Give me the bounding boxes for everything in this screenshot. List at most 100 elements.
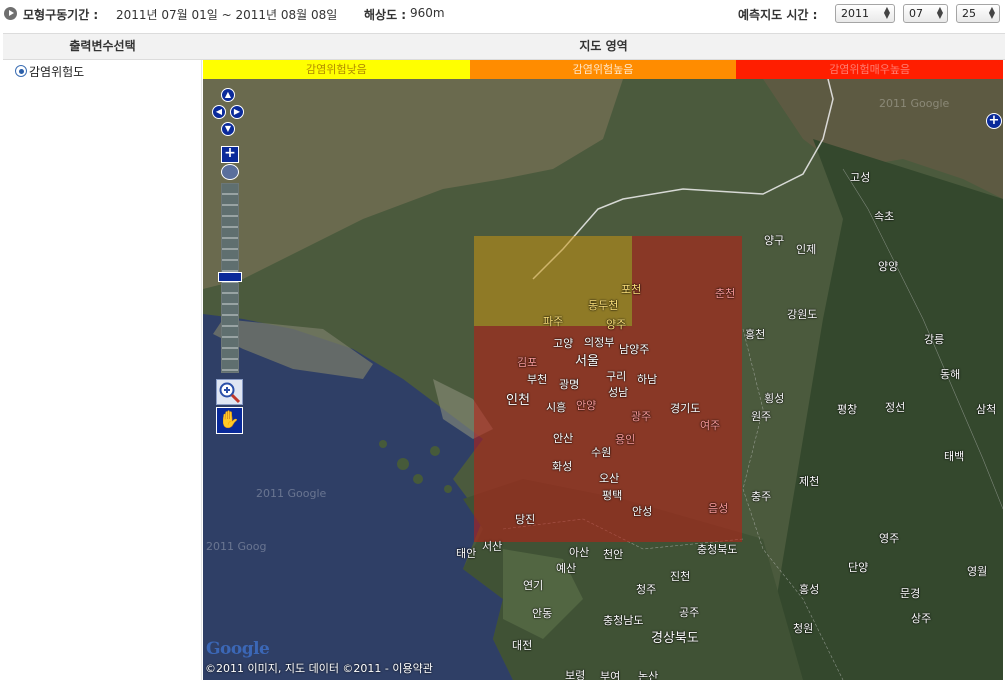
map-label: 하남 bbox=[637, 373, 658, 386]
select-arrows-icon: ▲ ▼ bbox=[936, 5, 943, 20]
year-select-value: 2011 bbox=[841, 7, 869, 20]
map-label: 횡성 bbox=[764, 392, 785, 405]
output-variable-header: 출력변수선택 bbox=[3, 33, 202, 60]
map-label: 안양 bbox=[576, 399, 597, 412]
map-label: 용인 bbox=[615, 433, 636, 446]
map-label: 공주 bbox=[679, 606, 700, 619]
map-label: 고양 bbox=[553, 337, 574, 350]
map-label: 서산 bbox=[482, 540, 503, 553]
map-label: 양양 bbox=[878, 260, 899, 273]
google-logo: Google bbox=[206, 639, 270, 659]
select-arrows-icon: ▲ ▼ bbox=[883, 5, 890, 20]
map-label: 제천 bbox=[799, 475, 820, 488]
pan-left-icon[interactable]: ◀ bbox=[212, 105, 226, 119]
map-label: 동두천 bbox=[588, 299, 619, 312]
month-select-value: 07 bbox=[909, 7, 923, 20]
map-label: 영월 bbox=[967, 565, 988, 578]
pan-control: ▲ ◀ ▶ ▼ bbox=[212, 88, 244, 138]
map-label: 태백 bbox=[944, 450, 965, 463]
map-label: 의정부 bbox=[584, 336, 615, 349]
globe-icon[interactable] bbox=[221, 164, 239, 180]
map-label: 대전 bbox=[512, 639, 533, 652]
top-bar: 모형구동기간 : 2011년 07월 01일 ~ 2011년 08월 08일 해… bbox=[0, 0, 1005, 30]
map-label: 시흥 bbox=[546, 401, 567, 414]
select-arrows-icon: ▲ ▼ bbox=[988, 5, 995, 20]
map-label: 춘천 bbox=[715, 287, 736, 300]
map-label: 충청남도 bbox=[603, 614, 644, 627]
map-label: 포천 bbox=[621, 283, 642, 296]
map-label: 화성 bbox=[552, 460, 573, 473]
map-label: 양구 bbox=[764, 234, 785, 247]
output-variable-panel: 감염위험도 bbox=[3, 60, 202, 680]
map-label: 청주 bbox=[636, 583, 657, 596]
map-label: 안동 bbox=[532, 607, 553, 620]
pan-up-icon[interactable]: ▲ bbox=[221, 88, 235, 102]
day-select-value: 25 bbox=[962, 7, 976, 20]
resolution-label: 해상도 : bbox=[364, 8, 407, 22]
hand-pan-icon[interactable]: ✋ bbox=[216, 407, 243, 434]
map-label: 홍성 bbox=[799, 583, 820, 596]
map-label: 경기도 bbox=[670, 402, 701, 415]
zoom-in-button[interactable]: + bbox=[221, 146, 239, 163]
map-label: 예산 bbox=[556, 562, 577, 575]
map-label: 삼척 bbox=[976, 403, 997, 416]
map-label: 아산 bbox=[569, 546, 590, 559]
model-period-label: 모형구동기간 : bbox=[23, 8, 99, 22]
forecast-time-label: 예측지도 시간 : bbox=[738, 8, 818, 22]
resolution-value: 960m bbox=[410, 6, 445, 20]
map-label: 속초 bbox=[874, 210, 895, 223]
google-watermark: 2011 Google bbox=[256, 487, 327, 500]
google-watermark: 2011 Goog bbox=[206, 540, 267, 553]
map-label: 충주 bbox=[751, 490, 772, 503]
map-label: 강릉 bbox=[924, 333, 945, 346]
map-label: 태안 bbox=[456, 547, 477, 560]
map-label: 평택 bbox=[602, 489, 623, 502]
map-label: 논산 bbox=[638, 670, 659, 680]
radio-selected-icon[interactable] bbox=[15, 65, 27, 77]
map-label: 당진 bbox=[515, 513, 536, 526]
zoom-slider-thumb[interactable] bbox=[218, 272, 242, 282]
map-label: 단양 bbox=[848, 561, 869, 574]
map-label: 남양주 bbox=[619, 343, 650, 356]
infection-risk-option[interactable]: 감염위험도 bbox=[15, 63, 84, 79]
google-watermark: 2011 Google bbox=[879, 97, 950, 110]
magnifier-icon bbox=[219, 382, 241, 404]
map-label: 보령 bbox=[565, 669, 586, 680]
map-label: 파주 bbox=[543, 315, 564, 328]
map-label: 광명 bbox=[559, 378, 580, 391]
map-label: 청원 bbox=[793, 622, 814, 635]
satellite-map[interactable]: 2011 Google 2011 Google 2011 Goog 고성 속초 … bbox=[203, 79, 1003, 680]
map-label: 홍천 bbox=[745, 328, 766, 341]
legend-very-high-risk: 감염위험매우높음 bbox=[736, 60, 1004, 79]
play-bullet-icon bbox=[4, 7, 17, 20]
map-label: 광주 bbox=[631, 410, 652, 423]
layer-expand-button[interactable]: + bbox=[986, 113, 1002, 129]
map-label: 문경 bbox=[900, 587, 921, 600]
infection-risk-label[interactable]: 감염위험도 bbox=[29, 63, 84, 80]
map-label: 고성 bbox=[850, 171, 871, 184]
map-label: 양주 bbox=[606, 318, 627, 331]
year-select[interactable]: 2011 ▲ ▼ bbox=[835, 4, 895, 23]
map-label: 정선 bbox=[885, 401, 906, 414]
map-label: 음성 bbox=[708, 502, 729, 515]
map-label: 영주 bbox=[879, 532, 900, 545]
map-label: 부천 bbox=[527, 373, 548, 386]
month-select[interactable]: 07 ▲ ▼ bbox=[903, 4, 948, 23]
map-label: 부여 bbox=[600, 670, 621, 680]
pan-down-icon[interactable]: ▼ bbox=[221, 122, 235, 136]
map-label: 상주 bbox=[911, 612, 932, 625]
map-label: 김포 bbox=[517, 356, 538, 369]
zoom-box-button[interactable] bbox=[216, 379, 243, 405]
map-label: 충청북도 bbox=[697, 543, 738, 556]
map-copyright[interactable]: ©2011 이미지, 지도 데이터 ©2011 - 이용약관 bbox=[205, 660, 433, 676]
map-label: 동해 bbox=[940, 368, 961, 381]
map-label: 성남 bbox=[608, 386, 629, 399]
map-label: 천안 bbox=[603, 548, 624, 561]
risk-overlay-very-high-north bbox=[632, 236, 742, 326]
map-label: 인제 bbox=[796, 243, 817, 256]
risk-overlay-very-high-south bbox=[474, 326, 742, 542]
map-label: 여주 bbox=[700, 419, 721, 432]
legend-low-risk: 감염위험낮음 bbox=[203, 60, 470, 79]
day-select[interactable]: 25 ▲ ▼ bbox=[956, 4, 1000, 23]
pan-right-icon[interactable]: ▶ bbox=[230, 105, 244, 119]
